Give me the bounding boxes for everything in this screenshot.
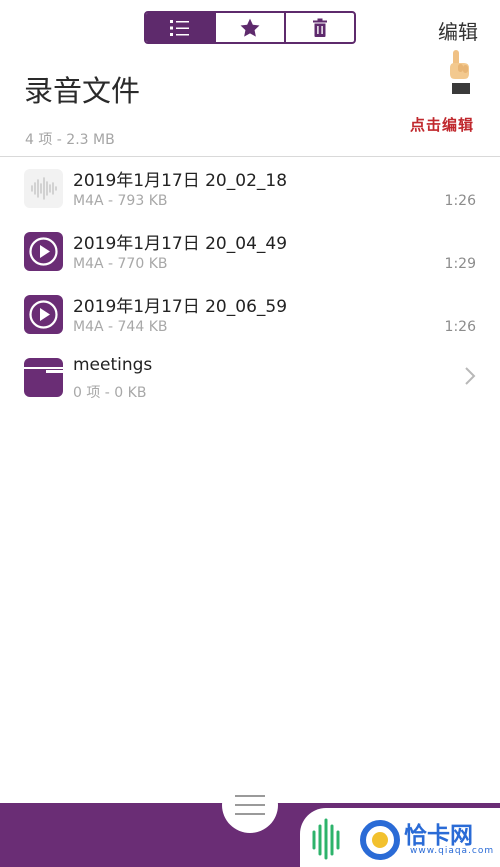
item-title: 2019年1月17日 20_06_59 xyxy=(73,297,288,317)
screen: 编辑 点击编辑 录音文件 4 项 - 2.3 MB 2019年1月17日 20_… xyxy=(0,0,500,867)
watermark-brand: 恰卡网 xyxy=(404,823,473,849)
star-icon xyxy=(240,18,260,37)
hamburger-menu-icon xyxy=(235,795,265,815)
play-icon[interactable] xyxy=(24,232,63,271)
tab-trash[interactable] xyxy=(284,13,354,42)
item-meta: M4A - 744 KB xyxy=(73,319,168,335)
item-meta: M4A - 770 KB xyxy=(73,256,168,272)
list-icon xyxy=(170,19,189,36)
chevron-right-icon xyxy=(465,367,476,385)
waveform-icon xyxy=(24,169,63,208)
recording-item[interactable]: 2019年1月17日 20_06_59 M4A - 744 KB 1:26 xyxy=(0,283,500,345)
item-duration: 1:26 xyxy=(444,193,476,209)
item-meta: M4A - 793 KB xyxy=(73,193,168,209)
item-title: meetings xyxy=(73,355,153,375)
item-duration: 1:26 xyxy=(444,319,476,335)
play-icon[interactable] xyxy=(24,295,63,334)
watermark-logo-icon xyxy=(312,818,400,860)
page-title: 录音文件 xyxy=(24,74,141,108)
item-title: 2019年1月17日 20_04_49 xyxy=(73,234,288,254)
summary-text: 4 项 - 2.3 MB xyxy=(25,132,115,148)
trash-icon xyxy=(313,18,327,37)
folder-item[interactable]: meetings 0 项 - 0 KB xyxy=(0,346,500,408)
tab-favorites[interactable] xyxy=(214,13,284,42)
tab-list[interactable] xyxy=(146,13,214,42)
menu-button[interactable] xyxy=(222,777,278,833)
edit-button[interactable]: 编辑 xyxy=(438,16,478,45)
item-meta: 0 项 - 0 KB xyxy=(73,385,147,401)
folder-icon xyxy=(24,358,63,397)
view-segmented-control xyxy=(144,11,356,44)
recording-item[interactable]: 2019年1月17日 20_04_49 M4A - 770 KB 1:29 xyxy=(0,220,500,282)
pointing-hand-icon xyxy=(450,50,470,94)
recording-item[interactable]: 2019年1月17日 20_02_18 M4A - 793 KB 1:26 xyxy=(0,157,500,219)
tap-edit-hint: 点击编辑 xyxy=(410,116,475,134)
watermark-url: www.qiaqa.com xyxy=(410,846,495,856)
item-duration: 1:29 xyxy=(444,256,476,272)
watermark: 恰卡网 www.qiaqa.com xyxy=(300,808,500,867)
item-title: 2019年1月17日 20_02_18 xyxy=(73,171,288,191)
